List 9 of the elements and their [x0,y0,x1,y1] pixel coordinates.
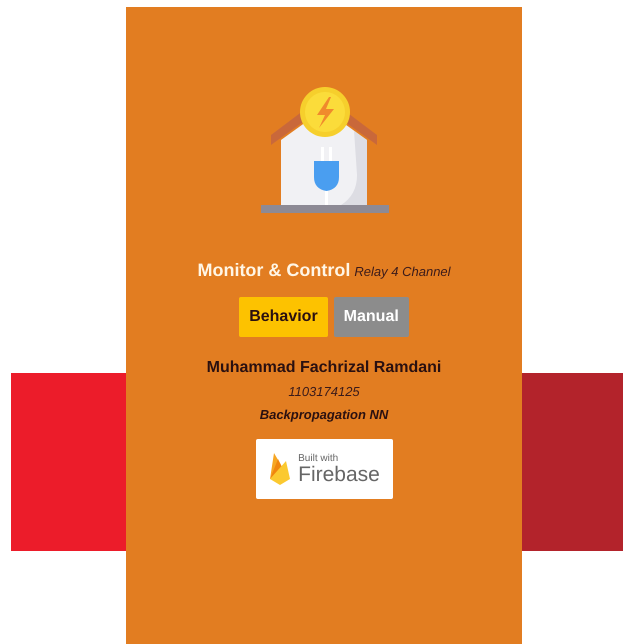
flame-icon [268,451,292,487]
badge-caption: Built with [298,453,340,464]
method-label: Backpropagation NN [260,407,388,422]
student-id: 1103174125 [288,384,360,399]
app-title: Monitor & Control [197,260,350,281]
badge-brand: Firebase [298,464,380,485]
app-subtitle: Relay 4 Channel [354,264,451,279]
mode-button[interactable]: Behavior [239,297,328,337]
author-name: Muhammad Fachrizal Ramdani [206,359,442,377]
